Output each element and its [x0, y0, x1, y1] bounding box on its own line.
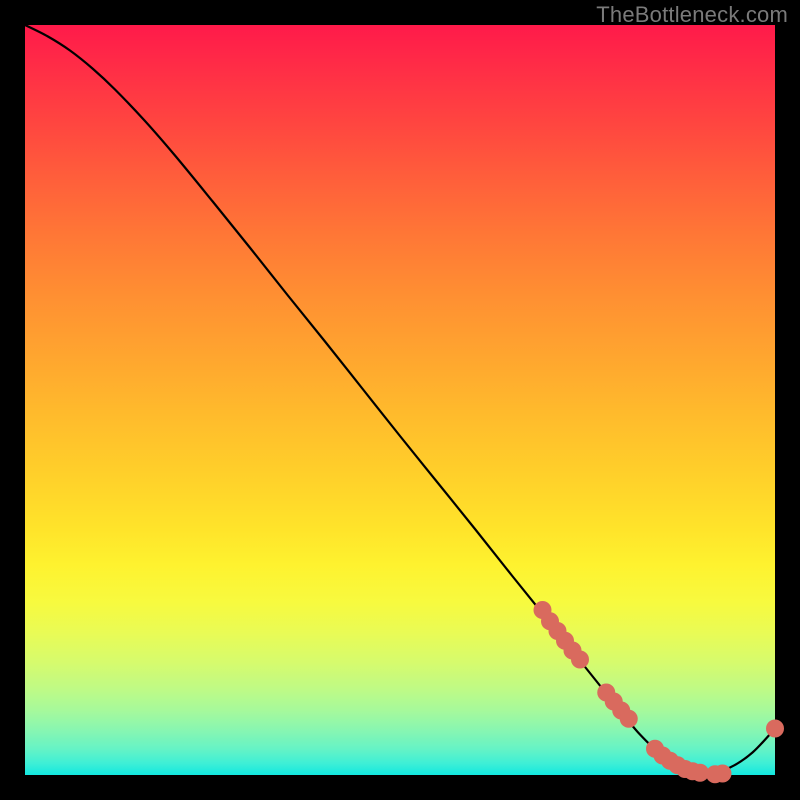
curve-svg [25, 25, 775, 775]
chart-frame: TheBottleneck.com [0, 0, 800, 800]
plot-area [25, 25, 775, 775]
data-marker-end [766, 720, 784, 738]
data-marker [714, 765, 732, 783]
curve-path [25, 25, 775, 774]
data-marker [571, 651, 589, 669]
data-marker [620, 710, 638, 728]
marker-group [534, 601, 785, 783]
